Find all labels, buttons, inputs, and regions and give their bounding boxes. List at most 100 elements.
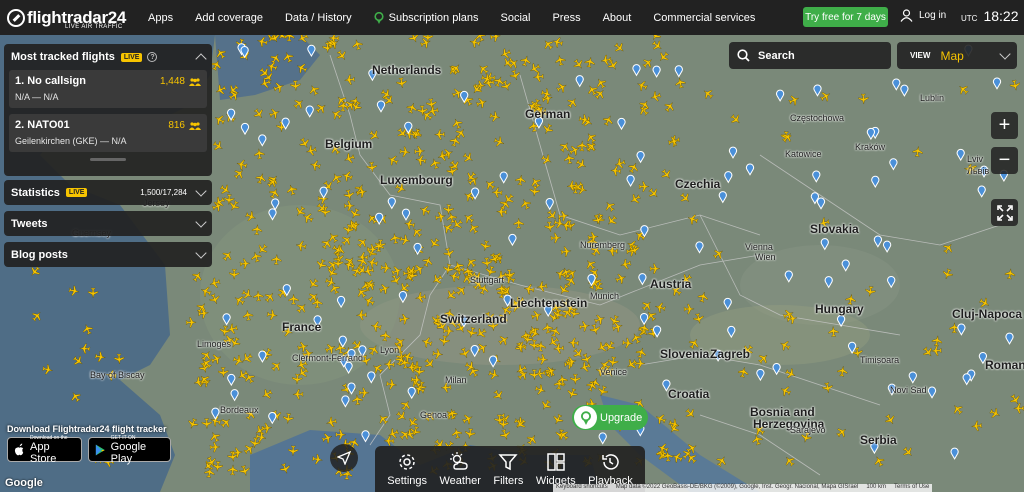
resize-handle[interactable] [90,158,126,161]
tweets-panel[interactable]: Tweets [4,211,212,236]
history-icon [602,453,620,470]
playback-button[interactable]: Playback [588,452,633,487]
location-arrow-icon [337,451,351,465]
chevron-down-icon [999,47,1011,60]
google-play-button[interactable]: GET IT ON Google Play [88,435,171,465]
keyboard-shortcuts-link[interactable]: Keyboard shortcuts [556,484,608,492]
nav-social[interactable]: Social [501,12,531,24]
view-label: VIEW [910,51,931,60]
map-label: Clermont-Ferrand [292,353,364,363]
widgets-button[interactable]: Widgets [536,452,576,487]
map-label: Częstochowa [790,113,845,123]
tweets-title: Tweets [11,217,48,230]
user-icon [900,9,913,22]
statistics-header[interactable]: Statistics LIVE 1,500/17,284 [4,180,212,205]
login-button[interactable]: Log in [900,9,946,22]
tracked-flight-count-value: 816 [168,120,185,131]
map-label: Croatia [668,387,710,401]
nav-add-coverage[interactable]: Add coverage [195,12,263,24]
apple-icon [14,443,24,455]
map-label: Hungary [815,302,864,316]
utc-time: 18:22 [983,8,1019,24]
logo-icon [7,8,25,27]
chevron-up-icon[interactable] [195,53,207,65]
map-label: Bordeaux [220,405,259,415]
map-label: France [282,320,322,334]
download-app-text: Download Flightradar24 flight tracker [7,424,167,434]
upgrade-button[interactable]: Upgrade [572,405,648,430]
map-label: Belgium [325,137,373,151]
subscription-pin-icon [374,11,384,24]
nav-commercial-services[interactable]: Commercial services [653,12,755,24]
filters-button[interactable]: Filters [493,452,523,487]
nav-subscription-plans-label: Subscription plans [388,11,479,24]
most-tracked-header[interactable]: Most tracked flights LIVE ? [4,44,212,70]
map-label: Slovenia [660,347,710,361]
search-icon [737,49,750,62]
tracked-flight-route: Geilenkirchen (GKE) — N/A [15,136,127,146]
search-label: Search [758,49,795,62]
map-label: Wien [755,252,776,262]
map-label: Slovakia [810,222,859,236]
tweets-header[interactable]: Tweets [4,211,212,236]
live-badge: LIVE [65,188,88,197]
nav-data-history[interactable]: Data / History [285,12,352,24]
map-label: Lviv [967,154,984,164]
app-store-button[interactable]: Download on the App Store [7,435,82,465]
zoom-in-button[interactable]: + [991,112,1018,139]
map-label: Vienna [745,242,773,252]
locate-me-button[interactable] [330,444,358,472]
most-tracked-title: Most tracked flights [11,51,115,63]
tracked-flight-count: 1,448 [160,76,201,87]
chevron-down-icon [195,215,207,228]
blog-header[interactable]: Blog posts [4,242,212,267]
scale-text: 100 km [866,484,887,490]
app-store-big: App Store [30,440,57,465]
map-label: Zagreb [710,347,751,361]
zoom-out-button[interactable]: − [991,147,1018,174]
blog-panel[interactable]: Blog posts [4,242,212,267]
top-navigation-bar: flightradar24 LIVE AIR TRAFFIC Apps Add … [0,0,1024,35]
gear-icon [399,453,415,470]
map-label: Switzerland [440,312,507,326]
tracked-flight-item[interactable]: 1. No callsign N/A — N/A 1,448 [9,70,207,108]
nav-apps[interactable]: Apps [148,12,173,24]
map-label: Milan [445,375,467,385]
search-input[interactable]: Search [729,42,891,69]
map-attribution: Keyboard shortcuts Map data ©2022 GeoBas… [553,484,933,492]
google-play-big: Google Play [110,440,147,465]
weather-icon [450,451,468,470]
weather-button[interactable]: Weather [439,451,481,487]
statistics-panel[interactable]: Statistics LIVE 1,500/17,284 [4,180,212,205]
map-label: Limoges [197,339,232,349]
chevron-down-icon [195,184,207,197]
upgrade-label: Upgrade [600,411,643,424]
people-icon [189,121,201,130]
filters-label: Filters [493,474,524,487]
map-label: Katowice [785,149,822,159]
try-free-button[interactable]: Try free for 7 days [803,7,888,27]
nav-subscription-plans[interactable]: Subscription plans [374,11,479,24]
view-value: Map [940,48,964,63]
terms-link[interactable]: Terms of Use [894,484,929,492]
settings-label: Settings [387,474,427,487]
flightradar24-logo[interactable]: flightradar24 LIVE AIR TRAFFIC [7,0,137,35]
map-data-text: Map data ©2022 GeoBasis-DE/BKG (©2009), … [615,484,859,490]
map-label: Venice [600,367,628,377]
tracked-flight-item[interactable]: 2. NATO01 Geilenkirchen (GKE) — N/A 816 [9,114,207,152]
map-label: Novi Sad [890,385,927,395]
help-icon[interactable]: ? [147,52,158,62]
nav-about[interactable]: About [603,12,632,24]
map-label: Austria [650,277,692,291]
most-tracked-panel: Most tracked flights LIVE ? 1. No callsi… [4,44,212,176]
view-selector[interactable]: VIEW Map [897,42,1017,69]
map-label: Liechtenstein [510,296,588,310]
fullscreen-button[interactable] [991,199,1018,226]
weather-label: Weather [439,474,481,487]
settings-button[interactable]: Settings [387,452,427,487]
nav-press[interactable]: Press [552,12,580,24]
people-icon [189,77,201,86]
map-label: Lublin [920,93,945,103]
map-label: Львів [967,166,990,176]
login-label: Log in [919,10,947,21]
